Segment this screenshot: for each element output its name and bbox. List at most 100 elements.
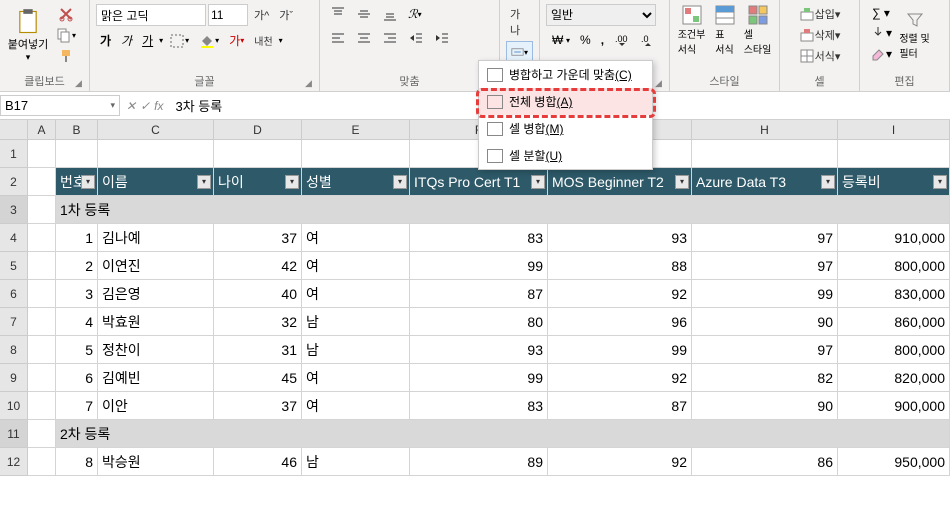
cell[interactable]: 89 <box>410 448 548 476</box>
cell[interactable]: 여 <box>302 252 410 280</box>
cell[interactable]: 37 <box>214 392 302 420</box>
cell[interactable]: 1 <box>56 224 98 252</box>
font-dialog-launcher[interactable]: ◢ <box>305 78 315 88</box>
cell[interactable]: 여 <box>302 224 410 252</box>
row-header-2[interactable]: 2 <box>0 168 28 196</box>
cell[interactable]: 3 <box>56 280 98 308</box>
cell[interactable] <box>28 420 56 448</box>
cell[interactable]: 여 <box>302 392 410 420</box>
cell[interactable]: 800,000 <box>838 336 950 364</box>
italic-button[interactable]: 가 <box>117 30 136 51</box>
number-format-select[interactable]: 일반 <box>546 4 656 26</box>
cell[interactable] <box>56 140 98 168</box>
cell[interactable]: 92 <box>548 364 692 392</box>
cell[interactable] <box>28 308 56 336</box>
row-header-7[interactable]: 7 <box>0 308 28 336</box>
cell[interactable]: 96 <box>548 308 692 336</box>
cell[interactable] <box>28 168 56 196</box>
cancel-formula-button[interactable]: ✕ <box>126 99 136 113</box>
cell[interactable]: 820,000 <box>838 364 950 392</box>
insert-cells-button[interactable]: 삽입 ▾ <box>786 4 853 24</box>
cell[interactable]: 99 <box>410 252 548 280</box>
cell[interactable]: 97 <box>692 336 838 364</box>
row-header-4[interactable]: 4 <box>0 224 28 252</box>
cell[interactable]: 99 <box>548 336 692 364</box>
font-name-select[interactable] <box>96 4 206 26</box>
cell[interactable]: 42 <box>214 252 302 280</box>
row-header-12[interactable]: 12 <box>0 448 28 476</box>
cell[interactable]: 김나예 <box>98 224 214 252</box>
cell[interactable]: 90 <box>692 392 838 420</box>
cell[interactable]: 86 <box>692 448 838 476</box>
align-middle-button[interactable] <box>352 4 376 24</box>
cell[interactable]: 46 <box>214 448 302 476</box>
row-header-6[interactable]: 6 <box>0 280 28 308</box>
increase-decimal-button[interactable]: .00 <box>610 30 634 50</box>
name-box-dropdown-icon[interactable]: ▾ <box>110 100 115 111</box>
filter-dropdown-icon[interactable]: ▾ <box>675 175 689 189</box>
cell[interactable] <box>28 280 56 308</box>
cut-button[interactable] <box>52 4 80 24</box>
wrap-text-button[interactable]: 가나 <box>506 4 533 40</box>
align-center-button[interactable] <box>352 28 376 48</box>
cell[interactable]: 97 <box>692 252 838 280</box>
cell[interactable]: 이안 <box>98 392 214 420</box>
orientation-button[interactable]: ℛ▾ <box>404 5 426 23</box>
delete-cells-button[interactable]: 삭제 ▾ <box>786 25 853 45</box>
filter-dropdown-icon[interactable]: ▾ <box>285 175 299 189</box>
cell[interactable]: 5 <box>56 336 98 364</box>
filter-dropdown-icon[interactable]: ▾ <box>197 175 211 189</box>
col-header-B[interactable]: B <box>56 120 98 140</box>
col-header-I[interactable]: I <box>838 120 950 140</box>
subheader-cell[interactable]: 2차 등록 <box>56 420 950 448</box>
cell[interactable]: 860,000 <box>838 308 950 336</box>
header-cell[interactable]: Azure Data T3▾ <box>692 168 838 196</box>
cell[interactable]: 99 <box>692 280 838 308</box>
cell[interactable] <box>28 392 56 420</box>
increase-font-button[interactable]: 가^ <box>250 5 273 25</box>
cell[interactable]: 김예빈 <box>98 364 214 392</box>
cell[interactable]: 97 <box>692 224 838 252</box>
cell[interactable]: 박효원 <box>98 308 214 336</box>
row-header-11[interactable]: 11 <box>0 420 28 448</box>
cell[interactable]: 900,000 <box>838 392 950 420</box>
cell[interactable]: 37 <box>214 224 302 252</box>
cell[interactable]: 92 <box>548 448 692 476</box>
col-header-C[interactable]: C <box>98 120 214 140</box>
fill-color-button[interactable]: ▾ <box>195 31 223 51</box>
cell[interactable]: 90 <box>692 308 838 336</box>
row-header-9[interactable]: 9 <box>0 364 28 392</box>
cell[interactable] <box>28 364 56 392</box>
col-header-D[interactable]: D <box>214 120 302 140</box>
cell[interactable]: 4 <box>56 308 98 336</box>
cell[interactable]: 31 <box>214 336 302 364</box>
copy-button[interactable]: ▾ <box>52 25 80 45</box>
cell[interactable]: 87 <box>548 392 692 420</box>
header-cell[interactable]: 등록비▾ <box>838 168 950 196</box>
enter-formula-button[interactable]: ✓ <box>140 99 150 113</box>
border-button[interactable]: ▾ <box>165 31 193 51</box>
font-color-button[interactable]: 가▾ <box>225 30 248 51</box>
format-painter-button[interactable] <box>52 46 80 66</box>
cell[interactable]: 83 <box>410 224 548 252</box>
cell[interactable]: 여 <box>302 280 410 308</box>
format-cells-button[interactable]: 서식 ▾ <box>786 46 853 66</box>
cell[interactable] <box>28 252 56 280</box>
cell[interactable]: 32 <box>214 308 302 336</box>
cell[interactable]: 800,000 <box>838 252 950 280</box>
underline-button[interactable]: 가 <box>138 30 157 51</box>
cell[interactable]: 이연진 <box>98 252 214 280</box>
header-cell[interactable]: 이름▾ <box>98 168 214 196</box>
cell[interactable] <box>692 140 838 168</box>
row-header-5[interactable]: 5 <box>0 252 28 280</box>
percent-button[interactable]: % <box>576 31 595 49</box>
cell[interactable] <box>28 448 56 476</box>
cell[interactable]: 남 <box>302 448 410 476</box>
select-all-corner[interactable] <box>0 120 28 140</box>
cell[interactable] <box>302 140 410 168</box>
cell[interactable]: 김은영 <box>98 280 214 308</box>
cell[interactable]: 910,000 <box>838 224 950 252</box>
align-right-button[interactable] <box>378 28 402 48</box>
decrease-font-button[interactable]: 가ˇ <box>275 5 297 25</box>
cell[interactable]: 정찬이 <box>98 336 214 364</box>
